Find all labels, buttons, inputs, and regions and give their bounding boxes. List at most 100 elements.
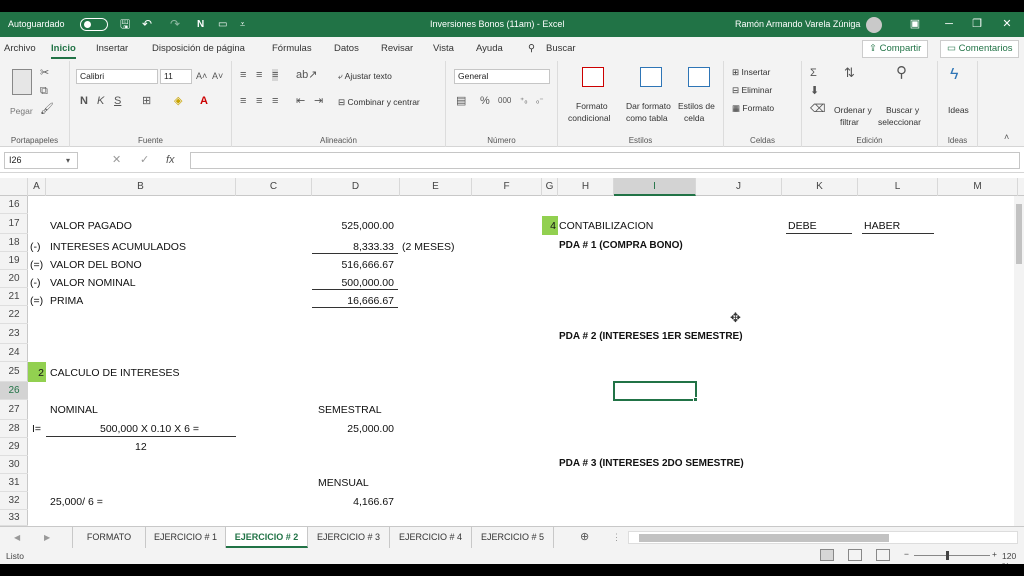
worksheet-grid[interactable]: VALOR PAGADO 525,000.00 (-) INTERESES AC… — [28, 196, 1024, 526]
conditional-format-label-1[interactable]: Formato — [576, 101, 608, 111]
clear-icon[interactable]: ⌫ — [810, 103, 826, 115]
next-sheet-icon[interactable]: ▶ — [44, 532, 50, 544]
cell-styles-label-2[interactable]: celda — [684, 113, 704, 123]
restore-icon[interactable]: ❐ — [960, 12, 994, 37]
share-button[interactable]: ⇪ Compartir — [862, 40, 929, 58]
cell-a25[interactable]: 2 — [28, 366, 44, 380]
sheet-tab-ejercicio-3[interactable]: EJERCICIO # 3 — [308, 527, 390, 548]
vertical-scrollbar[interactable] — [1014, 196, 1024, 526]
save-icon[interactable]: 🖫 — [120, 12, 130, 37]
search-icon[interactable]: ⚲ — [528, 43, 535, 54]
column-header-m[interactable]: M — [938, 178, 1018, 196]
decrease-indent-icon[interactable]: ⇤ — [296, 95, 305, 107]
conditional-format-icon[interactable] — [582, 67, 604, 87]
add-sheet-icon[interactable]: ⊕ — [580, 531, 589, 543]
row-header[interactable]: 26 — [0, 382, 28, 400]
cell-b29[interactable]: 12 — [135, 440, 147, 454]
cell-h23[interactable]: PDA # 2 (INTERESES 1ER SEMESTRE) — [559, 330, 743, 344]
bold-icon[interactable]: N — [80, 95, 88, 107]
autosum-icon[interactable]: Σ — [810, 67, 817, 79]
user-name[interactable]: Ramón Armando Varela Zúniga — [735, 12, 860, 37]
column-header-a[interactable]: A — [28, 178, 46, 196]
wrap-text-button[interactable]: ⤶ Ajustar texto — [338, 71, 392, 82]
cell-d31[interactable]: MENSUAL — [318, 476, 369, 490]
cell-b17[interactable]: VALOR PAGADO — [50, 219, 132, 233]
align-middle-icon[interactable]: ≡ — [256, 69, 262, 81]
row-header[interactable]: 22 — [0, 306, 28, 324]
row-header[interactable]: 33 — [0, 510, 28, 526]
paste-label[interactable]: Pegar — [10, 106, 33, 116]
merge-center-button[interactable]: ⊟ Combinar y centrar — [338, 97, 420, 108]
row-header[interactable]: 31 — [0, 474, 28, 492]
cancel-icon[interactable]: ✕ — [112, 154, 121, 166]
format-cells-button[interactable]: ▦ Formato — [732, 103, 774, 114]
zoom-out-icon[interactable]: − — [904, 549, 909, 559]
undo-icon[interactable]: ↶ — [142, 12, 152, 37]
column-header-e[interactable]: E — [400, 178, 472, 196]
tab-formulas[interactable]: Fórmulas — [272, 43, 312, 54]
cell-b19[interactable]: VALOR DEL BONO — [50, 258, 142, 272]
align-bottom-icon[interactable]: ≡ — [272, 69, 279, 81]
avatar[interactable] — [866, 12, 882, 37]
cell-h30[interactable]: PDA # 3 (INTERESES 2DO SEMESTRE) — [559, 457, 744, 471]
tell-me-search[interactable]: Buscar — [546, 43, 576, 54]
format-as-table-icon[interactable] — [640, 67, 662, 87]
fill-handle[interactable] — [693, 397, 698, 402]
column-header-c[interactable]: C — [236, 178, 312, 196]
find-select-label-2[interactable]: seleccionar — [878, 117, 921, 127]
column-header-k[interactable]: K — [782, 178, 858, 196]
column-header-g[interactable]: G — [542, 178, 558, 196]
tab-archivo[interactable]: Archivo — [4, 43, 36, 54]
align-top-icon[interactable]: ≡ — [240, 69, 246, 81]
sort-filter-icon[interactable]: ⇅ — [844, 66, 855, 79]
format-painter-n-icon[interactable]: N — [197, 12, 204, 37]
grow-font-icon[interactable]: A˄ — [196, 70, 207, 82]
column-header-b[interactable]: B — [46, 178, 236, 196]
customize-quick-access-icon[interactable]: ⩡ — [240, 12, 245, 37]
tab-datos[interactable]: Datos — [334, 43, 359, 54]
decrease-decimal-icon[interactable]: ₀⁻ — [536, 95, 544, 107]
percent-icon[interactable]: % — [480, 95, 490, 107]
find-select-icon[interactable]: ⚲ — [896, 65, 907, 80]
italic-icon[interactable]: K — [97, 95, 104, 107]
ribbon-display-icon[interactable]: ▣ — [898, 12, 932, 37]
horizontal-scrollbar[interactable] — [628, 531, 1018, 544]
sheet-tab-ejercicio-5[interactable]: EJERCICIO # 5 — [472, 527, 554, 548]
tab-inicio[interactable]: Inicio — [51, 43, 76, 59]
column-header-d[interactable]: D — [312, 178, 400, 196]
tab-insertar[interactable]: Insertar — [96, 43, 128, 54]
fill-icon[interactable]: ⬇ — [810, 85, 819, 97]
column-header-l[interactable]: L — [858, 178, 938, 196]
row-header[interactable]: 23 — [0, 324, 28, 344]
column-header-h[interactable]: H — [558, 178, 614, 196]
delete-cells-button[interactable]: ⊟ Eliminar — [732, 85, 772, 96]
normal-view-icon[interactable] — [820, 549, 834, 561]
cell-b21[interactable]: PRIMA — [50, 294, 83, 308]
cell-d32[interactable]: 4,166.67 — [312, 495, 394, 509]
paste-icon[interactable] — [12, 69, 32, 95]
cell-b32[interactable]: 25,000/ 6 = — [50, 495, 103, 509]
comments-button[interactable]: ▭ Comentarios — [940, 40, 1020, 58]
row-header[interactable]: 21 — [0, 288, 28, 306]
cell-d28[interactable]: 25,000.00 — [312, 422, 394, 436]
cell-b20[interactable]: VALOR NOMINAL — [50, 276, 136, 290]
cell-a18[interactable]: (-) — [30, 240, 41, 254]
column-header-i[interactable]: I — [614, 178, 696, 196]
cell-d18[interactable]: 8,333.33 — [312, 240, 394, 254]
increase-decimal-icon[interactable]: ⁺₀ — [520, 95, 528, 107]
cell-d20[interactable]: 500,000.00 — [312, 276, 394, 290]
selected-cell-i26[interactable] — [613, 381, 697, 401]
close-icon[interactable]: ✕ — [990, 12, 1024, 37]
ideas-button[interactable]: Ideas — [948, 105, 969, 115]
collapse-ribbon-icon[interactable]: ˄ — [1004, 131, 1009, 143]
tab-disposicion[interactable]: Disposición de página — [152, 43, 245, 54]
cell-b18[interactable]: INTERESES ACUMULADOS — [50, 240, 186, 254]
accounting-format-icon[interactable]: ▤ — [456, 95, 466, 107]
format-painter-icon[interactable]: 🖌 — [40, 103, 54, 115]
orientation-icon[interactable]: ab↗ — [296, 69, 317, 81]
sheet-tab-formato[interactable]: FORMATO — [72, 527, 146, 548]
align-left-icon[interactable]: ≡ — [240, 95, 246, 107]
cell-g17[interactable]: 4 — [542, 219, 556, 233]
lightning-icon[interactable]: ϟ — [950, 67, 958, 83]
zoom-slider-thumb[interactable] — [946, 551, 949, 560]
